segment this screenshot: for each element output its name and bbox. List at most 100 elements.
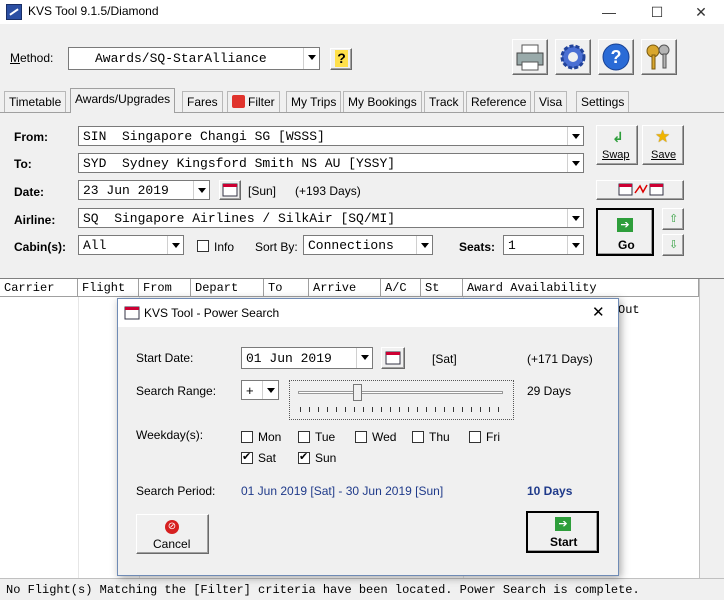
weekday-label-wed: Wed (372, 430, 397, 444)
date-range-icon (618, 183, 664, 196)
move-down-button[interactable]: ⇩ (662, 234, 684, 256)
start-arrow-icon: ➔ (555, 517, 571, 531)
col-arrive[interactable]: Arrive (309, 279, 381, 297)
keys-icon (646, 44, 670, 70)
tab-my-bookings[interactable]: My Bookings (343, 91, 422, 112)
weekday-checkbox-sun[interactable] (298, 450, 310, 464)
date-picker[interactable]: 23 Jun 2019 (78, 180, 210, 200)
start-button[interactable]: ➔ Start (526, 511, 599, 553)
tab-settings[interactable]: Settings (576, 91, 630, 112)
info-checkbox[interactable] (197, 240, 209, 252)
col-award-availability[interactable]: Award Availability (463, 279, 699, 297)
col-from[interactable]: From (139, 279, 191, 297)
tab-timetable[interactable]: Timetable (4, 91, 67, 112)
question-icon: ? (602, 43, 630, 71)
close-button[interactable]: ✕ (678, 0, 724, 24)
dialog-title: KVS Tool - Power Search (144, 306, 280, 320)
cancel-icon: ⊘ (165, 520, 179, 534)
tab-reference[interactable]: Reference (466, 91, 532, 112)
start-weekday: [Sat] (432, 352, 457, 366)
search-period-label: Search Period: (136, 484, 216, 498)
sortby-label: Sort By: (255, 240, 298, 254)
from-label: From: (14, 130, 48, 144)
filter-icon (232, 95, 245, 108)
question-note-icon: ? (335, 50, 348, 67)
weekday-checkbox-wed[interactable] (355, 431, 367, 443)
status-bar: No Flight(s) Matching the [Filter] crite… (0, 578, 724, 600)
method-select[interactable]: Awards/SQ-StarAlliance (68, 47, 320, 70)
tab-filter[interactable]: Filter (227, 91, 280, 112)
seats-label: Seats: (459, 240, 496, 254)
search-range-label: Search Range: (136, 384, 217, 398)
grid-partial-text: Out (618, 303, 640, 317)
search-period-value: 01 Jun 2019 [Sat] - 30 Jun 2019 [Sun] (241, 484, 444, 498)
weekday-checkbox-thu[interactable] (412, 431, 424, 443)
save-button[interactable]: ★ Save (642, 125, 684, 165)
range-days: 29 Days (527, 384, 572, 398)
weekday-checkbox-mon[interactable] (241, 431, 253, 443)
to-select[interactable]: SYD Sydney Kingsford Smith NS AU [YSSY] (78, 153, 584, 173)
weekday-checkbox-sat[interactable] (241, 450, 253, 464)
seats-select[interactable]: 1 (503, 235, 584, 255)
col-flight[interactable]: Flight (78, 279, 139, 297)
calendar-button[interactable] (219, 180, 241, 200)
swap-button[interactable]: ↲ Swap (596, 125, 638, 165)
calendar-icon (385, 351, 401, 365)
cancel-button[interactable]: ⊘ Cancel (136, 514, 209, 554)
go-arrow-icon: ➔ (617, 218, 633, 232)
col-to[interactable]: To (264, 279, 309, 297)
tab-awards-upgrades[interactable]: Awards/Upgrades (70, 88, 176, 113)
swap-arrow-icon: ↲ (612, 129, 624, 145)
cabin-label: Cabin(s): (14, 240, 66, 254)
weekday-label-thu: Thu (429, 430, 450, 444)
cabin-select[interactable]: All (78, 235, 184, 255)
help-button[interactable]: ? (598, 39, 634, 75)
app-icon (6, 4, 22, 20)
tab-filter-label: Filter (248, 95, 275, 109)
start-label: Start (550, 535, 578, 549)
cancel-label: Cancel (153, 537, 191, 551)
sortby-select[interactable]: Connections (303, 235, 433, 255)
title-bar: KVS Tool 9.1.5/Diamond — ☐ ✕ (0, 0, 724, 24)
airline-label: Airline: (14, 213, 56, 227)
move-up-button[interactable]: ⇧ (662, 208, 684, 230)
start-date-calendar-button[interactable] (381, 347, 405, 369)
dialog-title-bar: KVS Tool - Power Search ✕ (118, 299, 618, 327)
help-tip-button[interactable]: ? (330, 48, 352, 70)
date-weekday: [Sun] (248, 184, 277, 198)
go-button[interactable]: ➔ Go (596, 208, 654, 256)
weekday-checkbox-tue[interactable] (298, 431, 310, 443)
search-period-days: 10 Days (527, 484, 573, 498)
weekday-checkbox-fri[interactable] (469, 431, 481, 443)
weekday-label-sun: Sun (315, 451, 337, 465)
save-label: Save (651, 149, 677, 161)
up-arrow-icon: ⇧ (669, 213, 679, 225)
tab-visa[interactable]: Visa (534, 91, 568, 112)
maximize-button[interactable]: ☐ (634, 0, 680, 24)
col-aircraft[interactable]: A/C (381, 279, 421, 297)
range-slider-thumb[interactable] (353, 384, 363, 401)
start-offset: (+171 Days) (527, 352, 593, 366)
dialog-close-button[interactable]: ✕ (592, 303, 605, 321)
print-button[interactable] (512, 39, 548, 75)
grid-scrollbar[interactable] (699, 279, 724, 579)
settings-button[interactable] (555, 39, 591, 75)
info-label: Info (214, 240, 235, 254)
tab-my-trips[interactable]: My Trips (286, 91, 342, 112)
date-label: Date: (14, 185, 45, 199)
tab-track[interactable]: Track (424, 91, 464, 112)
from-select[interactable]: SIN Singapore Changi SG [WSSS] (78, 126, 584, 146)
col-carrier[interactable]: Carrier (0, 279, 78, 297)
col-status[interactable]: St (421, 279, 463, 297)
weekday-label-fri: Fri (486, 430, 500, 444)
date-range-button[interactable] (596, 180, 684, 200)
range-slider[interactable] (289, 380, 514, 420)
down-arrow-icon: ⇩ (669, 239, 679, 251)
start-date-picker[interactable]: 01 Jun 2019 (241, 347, 373, 369)
col-depart[interactable]: Depart (191, 279, 264, 297)
tab-fares[interactable]: Fares (182, 91, 223, 112)
minimize-button[interactable]: — (586, 0, 632, 24)
airline-select[interactable]: SQ Singapore Airlines / SilkAir [SQ/MI] (78, 208, 584, 228)
keys-button[interactable] (641, 39, 677, 75)
range-sign-select[interactable]: + (241, 380, 279, 400)
